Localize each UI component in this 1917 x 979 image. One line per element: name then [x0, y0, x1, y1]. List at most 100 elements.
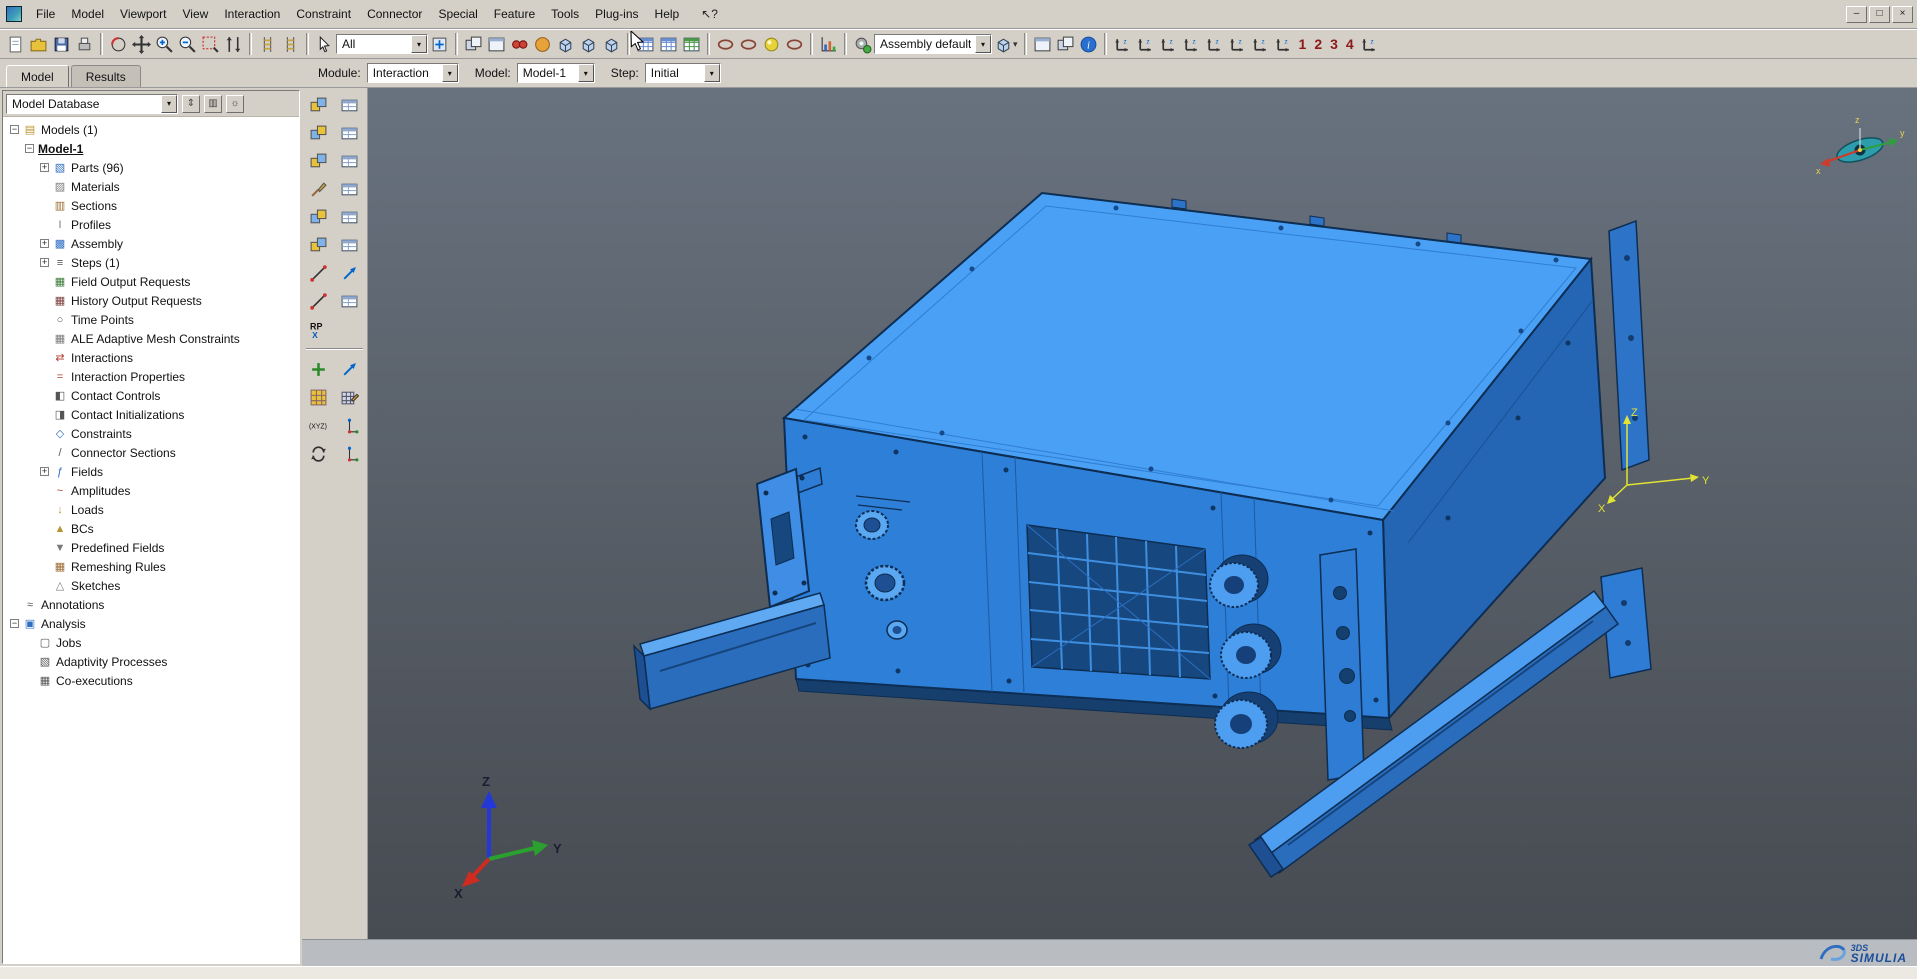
edit-viewport-icon[interactable] — [485, 33, 508, 56]
print-icon[interactable] — [73, 33, 96, 56]
tree-item-history-output-requests[interactable]: ▦ History Output Requests — [6, 291, 299, 310]
datum-csys-tool[interactable] — [336, 413, 364, 437]
reduce-icon[interactable] — [176, 33, 199, 56]
shaded-view-icon[interactable] — [600, 33, 623, 56]
create-datum-tool[interactable] — [304, 357, 332, 381]
selection-add-icon[interactable] — [428, 33, 451, 56]
tree-item-sections[interactable]: ▥ Sections — [6, 196, 299, 215]
tree-scope-combo[interactable]: Model Database ▾ — [6, 93, 178, 114]
view-top-icon[interactable]: z — [1157, 33, 1180, 56]
interaction-manager-tool[interactable] — [336, 93, 364, 117]
field-output-table-icon[interactable] — [634, 33, 657, 56]
attachment-manager-tool[interactable] — [336, 289, 364, 313]
close-button[interactable]: × — [1892, 5, 1913, 23]
model-combo[interactable]: Model-1 ▾ — [516, 63, 595, 83]
fit-view-icon[interactable] — [222, 33, 245, 56]
expand-icon[interactable]: + — [40, 467, 49, 476]
combo-arrow-icon[interactable]: ▾ — [703, 64, 720, 82]
view-left-icon[interactable]: z — [1203, 33, 1226, 56]
color-code-icon[interactable] — [851, 33, 874, 56]
new-file-icon[interactable] — [4, 33, 27, 56]
menu-special[interactable]: Special — [430, 4, 485, 24]
tree-item-contact-initializations[interactable]: ◨ Contact Initializations — [6, 405, 299, 424]
viewport-number-2[interactable]: 2 — [1314, 36, 1322, 52]
overlay-viewports-icon[interactable] — [462, 33, 485, 56]
edit-mesh-tool[interactable] — [304, 385, 332, 409]
history-output-table-icon[interactable] — [657, 33, 680, 56]
contact-initialization-manager-tool[interactable] — [336, 149, 364, 173]
tree-item-assembly[interactable]: + ▩ Assembly — [6, 234, 299, 253]
combo-arrow-icon[interactable]: ▾ — [411, 35, 427, 53]
menu-model[interactable]: Model — [63, 4, 112, 24]
context-help-icon[interactable]: ↖? — [697, 6, 722, 22]
step-combo[interactable]: Initial ▾ — [644, 63, 721, 83]
view-bottom-icon[interactable]: z — [1180, 33, 1203, 56]
tree-item-bcs[interactable]: ▲ BCs — [6, 519, 299, 538]
tree-item-parts-96[interactable]: + ▧ Parts (96) — [6, 158, 299, 177]
create-wire-feature-tool[interactable] — [304, 261, 332, 285]
tree-item-amplitudes[interactable]: ~ Amplitudes — [6, 481, 299, 500]
tree-tips-button[interactable]: ☼ — [226, 94, 244, 113]
viewport-number-4[interactable]: 4 — [1346, 36, 1354, 52]
tree-item-steps-1[interactable]: + ≡ Steps (1) — [6, 253, 299, 272]
view-rotate3d-icon[interactable]: z — [1272, 33, 1295, 56]
context-info-icon[interactable]: i — [1077, 33, 1100, 56]
create-contact-initialization-tool[interactable] — [304, 149, 332, 173]
viewport-annotations-icon[interactable] — [508, 33, 531, 56]
expand-icon[interactable]: + — [40, 239, 49, 248]
tree-item-contact-controls[interactable]: ◧ Contact Controls — [6, 386, 299, 405]
combo-arrow-icon[interactable]: ▾ — [577, 64, 594, 82]
menu-feature[interactable]: Feature — [486, 4, 543, 24]
sphere-render-icon[interactable] — [760, 33, 783, 56]
merge-wire-tool[interactable] — [336, 261, 364, 285]
viewport-number-1[interactable]: 1 — [1299, 36, 1307, 52]
selection-filter-combo[interactable]: All ▾ — [336, 34, 428, 54]
collapse-icon[interactable]: − — [10, 619, 19, 628]
create-interaction-tool[interactable] — [304, 93, 332, 117]
translate-instance-tool[interactable] — [336, 357, 364, 381]
datum-axis-tool[interactable] — [336, 441, 364, 465]
interaction-property-manager-tool[interactable] — [336, 121, 364, 145]
create-attachment-points-tool[interactable] — [304, 289, 332, 313]
tree-item-loads[interactable]: ↓ Loads — [6, 500, 299, 519]
tree-spin-buttons[interactable]: ⇕ — [182, 94, 200, 113]
beam-profile-c-icon[interactable] — [783, 33, 806, 56]
wireframe-view-icon[interactable] — [554, 33, 577, 56]
tree-item-ale-adaptive-mesh-constraints[interactable]: ▦ ALE Adaptive Mesh Constraints — [6, 329, 299, 348]
tree-item-co-executions[interactable]: ▦ Co-executions — [6, 671, 299, 690]
color-dialog-icon[interactable] — [992, 33, 1015, 56]
create-interaction-property-tool[interactable] — [304, 121, 332, 145]
tree-item-fields[interactable]: + ƒ Fields — [6, 462, 299, 481]
tree-item-connector-sections[interactable]: / Connector Sections — [6, 443, 299, 462]
menu-file[interactable]: File — [28, 4, 63, 24]
viewport-manager-icon[interactable] — [1054, 33, 1077, 56]
module-combo[interactable]: Interaction ▾ — [366, 63, 459, 83]
tree-item-time-points[interactable]: ○ Time Points — [6, 310, 299, 329]
view-front-icon[interactable]: z — [1111, 33, 1134, 56]
expand-icon[interactable]: + — [40, 258, 49, 267]
tab-results[interactable]: Results — [70, 65, 141, 87]
contact-control-manager-tool[interactable] — [336, 177, 364, 201]
tree-item-materials[interactable]: ▨ Materials — [6, 177, 299, 196]
tree-item-annotations[interactable]: ≈ Annotations — [6, 595, 299, 614]
tree-item-models-1[interactable]: − ▤ Models (1) — [6, 120, 299, 139]
viewport-number-3[interactable]: 3 — [1330, 36, 1338, 52]
combo-arrow-icon[interactable]: ▾ — [441, 64, 458, 82]
beam-profile-a-icon[interactable] — [714, 33, 737, 56]
tree-item-interactions[interactable]: ⇄ Interactions — [6, 348, 299, 367]
custom-views-icon[interactable]: z — [1358, 33, 1381, 56]
view-right-icon[interactable]: z — [1226, 33, 1249, 56]
create-connector-section-tool[interactable] — [304, 233, 332, 257]
minimize-button[interactable]: – — [1846, 5, 1867, 23]
constraint-manager-tool[interactable] — [336, 205, 364, 229]
edit-feature-tool[interactable] — [336, 385, 364, 409]
shaded-render-icon[interactable] — [531, 33, 554, 56]
menu-interaction[interactable]: Interaction — [216, 4, 288, 24]
tree-item-predefined-fields[interactable]: ▼ Predefined Fields — [6, 538, 299, 557]
beam-profile-b-icon[interactable] — [737, 33, 760, 56]
pan-view-icon[interactable] — [130, 33, 153, 56]
tree-filter-button[interactable]: ▥ — [204, 94, 222, 113]
menu-plug-ins[interactable]: Plug-ins — [587, 4, 646, 24]
create-display-group-icon[interactable] — [256, 33, 279, 56]
menu-view[interactable]: View — [175, 4, 217, 24]
